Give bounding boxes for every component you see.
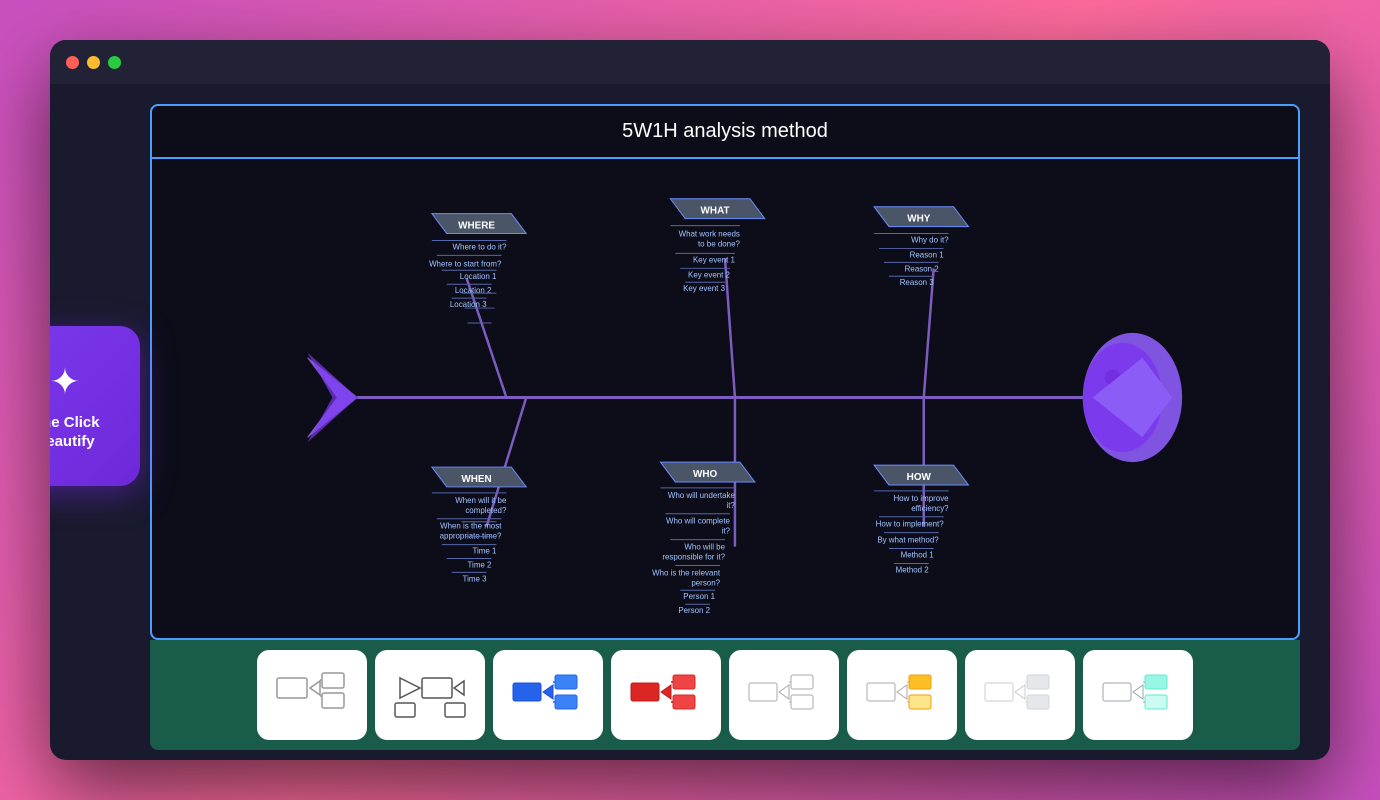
- style-card-2[interactable]: [375, 650, 485, 740]
- diagram-container: 5W1H analysis method: [150, 104, 1300, 640]
- one-click-beautify-button[interactable]: ✦ One ClickBeautify: [50, 326, 140, 486]
- svg-text:it?: it?: [722, 527, 731, 536]
- svg-text:Key event 1: Key event 1: [693, 255, 736, 264]
- svg-text:it?: it?: [727, 501, 736, 510]
- svg-text:By what method?: By what method?: [877, 536, 939, 545]
- svg-text:WHERE: WHERE: [458, 221, 495, 232]
- svg-text:What work needs: What work needs: [679, 230, 740, 239]
- svg-text:Time 1: Time 1: [472, 547, 497, 556]
- style-toolbar: [150, 640, 1300, 750]
- fishbone-diagram: WHERE Where to do it? Where to start fro…: [152, 159, 1298, 636]
- main-area: 5W1H analysis method: [50, 84, 1330, 760]
- maximize-button[interactable]: [108, 56, 121, 69]
- beautify-label: One ClickBeautify: [50, 413, 100, 452]
- svg-text:to be done?: to be done?: [698, 239, 741, 248]
- svg-text:Reason 2: Reason 2: [905, 264, 940, 273]
- svg-text:Location 2: Location 2: [455, 286, 492, 295]
- svg-text:efficiency?: efficiency?: [911, 504, 949, 513]
- style-card-1[interactable]: [257, 650, 367, 740]
- svg-text:Person 2: Person 2: [678, 606, 710, 615]
- svg-text:Where to do it?: Where to do it?: [453, 242, 507, 251]
- svg-text:Method 2: Method 2: [896, 565, 930, 574]
- svg-text:How to implement?: How to implement?: [876, 520, 945, 529]
- svg-text:Person 1: Person 1: [683, 592, 715, 601]
- style-card-4[interactable]: [611, 650, 721, 740]
- style-card-8[interactable]: [1083, 650, 1193, 740]
- beautify-icon: ✦: [50, 361, 80, 403]
- svg-text:Reason 1: Reason 1: [910, 250, 945, 259]
- svg-text:appropriate time?: appropriate time?: [440, 532, 502, 541]
- svg-text:Who will complete: Who will complete: [666, 517, 731, 526]
- minimize-button[interactable]: [87, 56, 100, 69]
- svg-text:HOW: HOW: [907, 472, 932, 483]
- svg-text:WHEN: WHEN: [461, 474, 491, 485]
- svg-text:Method 1: Method 1: [901, 550, 935, 559]
- svg-text:WHY: WHY: [907, 214, 931, 225]
- svg-text:WHAT: WHAT: [701, 206, 730, 217]
- svg-text:Key event 3: Key event 3: [683, 284, 726, 293]
- svg-text:When is the most: When is the most: [440, 522, 502, 531]
- style-card-6[interactable]: [847, 650, 957, 740]
- svg-text:Who is the relevant: Who is the relevant: [652, 568, 721, 577]
- svg-text:Reason 3: Reason 3: [900, 278, 935, 287]
- svg-text:Key event 2: Key event 2: [688, 270, 731, 279]
- svg-text:person?: person?: [691, 578, 720, 587]
- svg-text:responsible for it?: responsible for it?: [662, 552, 725, 561]
- svg-text:Time 2: Time 2: [468, 560, 493, 569]
- titlebar: [50, 40, 1330, 84]
- svg-text:WHO: WHO: [693, 469, 718, 480]
- svg-text:When will it be: When will it be: [455, 496, 507, 505]
- svg-text:completed?: completed?: [465, 506, 507, 515]
- svg-text:Where to start from?: Where to start from?: [429, 259, 502, 268]
- style-card-7[interactable]: [965, 650, 1075, 740]
- svg-text:Time 3: Time 3: [463, 574, 488, 583]
- svg-text:Why do it?: Why do it?: [911, 235, 949, 244]
- svg-text:Location 1: Location 1: [460, 272, 497, 281]
- svg-text:How to improve: How to improve: [893, 494, 949, 503]
- style-card-5[interactable]: [729, 650, 839, 740]
- app-window: ✦ One ClickBeautify 5W1H analysis method: [50, 40, 1330, 760]
- diagram-title: 5W1H analysis method: [152, 106, 1298, 159]
- svg-text:Who will undertake: Who will undertake: [668, 491, 736, 500]
- style-card-3[interactable]: [493, 650, 603, 740]
- window-content: ✦ One ClickBeautify 5W1H analysis method: [50, 84, 1330, 760]
- close-button[interactable]: [66, 56, 79, 69]
- svg-text:Who will be: Who will be: [684, 543, 725, 552]
